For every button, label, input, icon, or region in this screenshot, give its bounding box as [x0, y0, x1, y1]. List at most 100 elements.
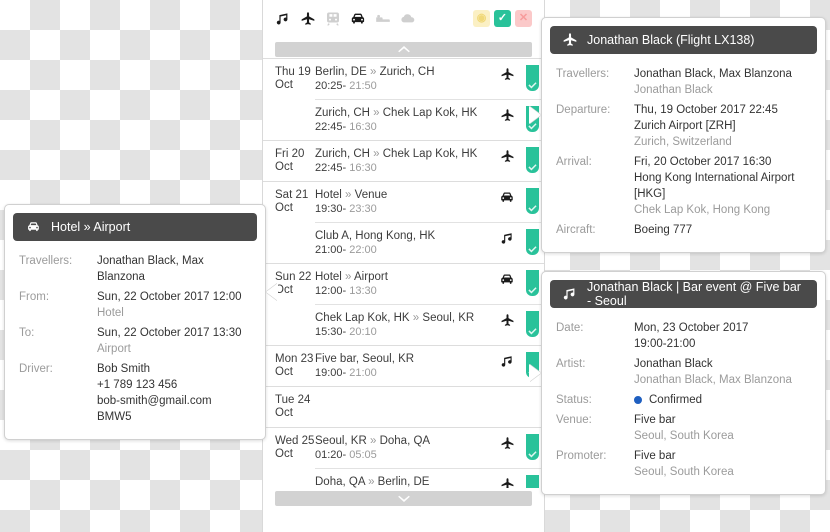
day-date-line1: Fri 20 — [275, 148, 305, 160]
timeline-day-group: Sat 21 Oct Hotel » Venue 19:30- 23:30 Club A… — [263, 182, 544, 264]
day-date-line2: Oct — [275, 161, 293, 173]
timeline-event-row[interactable]: Hotel » Airport 12:00- 13:30 — [315, 264, 544, 305]
flight-aircraft-value: Boeing 777 — [634, 224, 693, 236]
flight-travellers-sub: Jonathan Black — [634, 84, 713, 96]
event-title: Zurich, CH » Chek Lap Kok, HK — [315, 148, 478, 160]
event-time: 22:45- 16:30 — [315, 120, 490, 134]
timeline-day-rows: Hotel » Airport 12:00- 13:30 Chek Lap Kok,… — [315, 264, 544, 345]
music-date-text: Mon, 23 October 2017 — [634, 322, 749, 334]
transfer-to-label: To: — [19, 327, 35, 339]
event-title: Club A, Hong Kong, HK — [315, 230, 436, 242]
event-title: Seoul, KR » Doha, QA — [315, 435, 431, 447]
event-start-time: 22:45- — [315, 121, 347, 133]
event-title: Berlin, DE » Zurich, CH — [315, 66, 435, 78]
timeline-event-row[interactable]: Hotel » Venue 19:30- 23:30 — [315, 182, 544, 223]
timeline-day-group: Mon 23 Oct Five bar, Seoul, KR 19:00- 21:00 — [263, 346, 544, 387]
event-title: Doha, QA » Berlin, DE — [315, 476, 430, 488]
music-venue-row: Venue: Five bar Seoul, South Korea — [556, 412, 811, 444]
music-date-label: Date: — [556, 322, 584, 334]
event-text: Club A, Hong Kong, HK 21:00- 22:00 — [315, 229, 494, 257]
flight-departure-airport: Zurich Airport [ZRH] — [634, 120, 736, 132]
plane-icon[interactable] — [300, 11, 316, 27]
cloud-icon[interactable] — [400, 11, 416, 27]
music-promoter-row: Promoter: Five bar Seoul, South Korea — [556, 448, 811, 480]
day-date-line2: Oct — [275, 407, 293, 419]
day-date-line2: Oct — [275, 366, 293, 378]
flight-arrival-value: Fri, 20 October 2017 16:30 Hong Kong Int… — [634, 154, 811, 218]
timeline-day-group: Sun 22 Oct Hotel » Airport 12:00- 13:30 Chek… — [263, 264, 544, 346]
music-icon — [494, 229, 520, 246]
confirmed-check-icon — [525, 270, 539, 296]
scroll-up-button[interactable] — [275, 42, 532, 57]
plane-icon — [562, 32, 578, 48]
car-icon — [494, 270, 520, 287]
timeline-day-group: Thu 19 Oct Berlin, DE » Zurich, CH 20:25- 2… — [263, 58, 544, 141]
timeline-day-group: Fri 20 Oct Zurich, CH » Chek Lap Kok, HK 22… — [263, 141, 544, 182]
plane-icon — [494, 434, 520, 451]
status-pending-button[interactable]: ◉ — [473, 10, 490, 27]
event-text: Chek Lap Kok, HK » Seoul, KR 15:30- 20:10 — [315, 311, 494, 339]
event-end-time: 05:05 — [346, 449, 377, 461]
flight-card-title: Jonathan Black (Flight LX138) — [587, 33, 755, 47]
timeline-day-label: Sat 21 Oct — [263, 182, 315, 263]
music-card-title: Jonathan Black | Bar event @ Five bar - … — [587, 280, 801, 308]
flight-departure-row: Departure: Thu, 19 October 2017 22:45 Zu… — [556, 102, 811, 150]
event-time: 15:30- 20:10 — [315, 325, 490, 339]
event-type-filter-group — [275, 11, 416, 27]
event-text: Berlin, DE » Zurich, CH 20:25- 21:50 — [315, 65, 494, 93]
timeline-day-label: Tue 24 Oct — [263, 387, 315, 427]
timeline-event-row[interactable]: Club A, Hong Kong, HK 21:00- 22:00 — [315, 223, 544, 263]
music-artist-name: Jonathan Black — [634, 358, 713, 370]
timeline-day-rows: Hotel » Venue 19:30- 23:30 Club A, Hong Ko… — [315, 182, 544, 263]
event-time: 22:45- 16:30 — [315, 161, 490, 175]
status-declined-button[interactable]: ✕ — [515, 10, 532, 27]
day-date-line1: Sun 22 — [275, 271, 312, 283]
timeline-event-row[interactable]: Doha, QA » Berlin, DE06:55- 12:25 — [315, 469, 544, 488]
timeline-event-row[interactable]: Zurich, CH » Chek Lap Kok, HK 22:45- 16:3… — [315, 141, 544, 181]
event-end-time: 23:30 — [346, 203, 377, 215]
flight-departure-city: Zurich, Switzerland — [634, 136, 732, 148]
timeline-list[interactable]: Thu 19 Oct Berlin, DE » Zurich, CH 20:25- 2… — [263, 58, 544, 488]
music-artist-row: Artist: Jonathan Black Jonathan Black, M… — [556, 356, 811, 388]
music-icon[interactable] — [275, 11, 291, 27]
transfer-from-value: Sun, 22 October 2017 12:00 Hotel — [97, 289, 251, 321]
flight-departure-value: Thu, 19 October 2017 22:45 Zurich Airpor… — [634, 102, 811, 150]
timeline-event-row[interactable]: Berlin, DE » Zurich, CH 20:25- 21:50 — [315, 59, 544, 100]
timeline-event-row[interactable]: Five bar, Seoul, KR 19:00- 21:00 — [315, 346, 544, 386]
music-icon — [494, 352, 520, 369]
flight-travellers-label: Travellers: — [556, 68, 610, 80]
music-date-value: Mon, 23 October 2017 19:00-21:00 — [634, 320, 811, 352]
event-time: 12:00- 13:30 — [315, 284, 490, 298]
event-text: Zurich, CH » Chek Lap Kok, HK 22:45- 16:3… — [315, 106, 494, 134]
timeline-event-row[interactable]: Chek Lap Kok, HK » Seoul, KR 15:30- 20:10 — [315, 305, 544, 345]
train-icon[interactable] — [325, 11, 341, 27]
timeline-day-label: Sun 22 Oct — [263, 264, 315, 345]
confirmed-check-icon — [525, 311, 539, 337]
timeline-event-row[interactable]: Zurich, CH » Chek Lap Kok, HK 22:45- 16:3… — [315, 100, 544, 140]
timeline-empty-row — [315, 387, 544, 421]
flight-travellers-value: Jonathan Black, Max Blanzona Jonathan Bl… — [634, 66, 811, 98]
transfer-driver-row: Driver: Bob Smith +1 789 123 456 bob-smi… — [19, 361, 251, 425]
transfer-card-body: Travellers: Jonathan Black, Max Blanzona… — [5, 249, 265, 439]
status-badge-dot — [634, 395, 642, 404]
timeline-event-row[interactable]: Seoul, KR » Doha, QA 01:20- 05:05 — [315, 428, 544, 469]
timeline-day-group: Tue 24 Oct — [263, 387, 544, 428]
music-venue-label: Venue: — [556, 414, 592, 426]
transfer-driver-label: Driver: — [19, 363, 53, 375]
card-tail — [529, 364, 542, 382]
flight-departure-datetime: Thu, 19 October 2017 22:45 — [634, 104, 778, 116]
flight-card-body: Travellers: Jonathan Black, Max Blanzona… — [542, 62, 825, 252]
transfer-detail-card: Hotel » Airport Travellers: Jonathan Bla… — [4, 204, 278, 440]
plane-icon — [494, 311, 520, 328]
scroll-down-button[interactable] — [275, 491, 532, 506]
car-icon[interactable] — [350, 11, 366, 27]
timeline-day-rows: Zurich, CH » Chek Lap Kok, HK 22:45- 16:3… — [315, 141, 544, 181]
event-end-time: 21:00 — [346, 367, 377, 379]
flight-aircraft-label: Aircraft: — [556, 224, 596, 236]
status-confirmed-button[interactable]: ✓ — [494, 10, 511, 27]
event-text: Five bar, Seoul, KR 19:00- 21:00 — [315, 352, 494, 380]
driver-email: bob-smith@gmail.com — [97, 395, 212, 407]
bed-icon[interactable] — [375, 11, 391, 27]
status-filter-group: ◉ ✓ ✕ — [473, 10, 532, 27]
flight-travellers-names: Jonathan Black, Max Blanzona — [634, 68, 792, 80]
